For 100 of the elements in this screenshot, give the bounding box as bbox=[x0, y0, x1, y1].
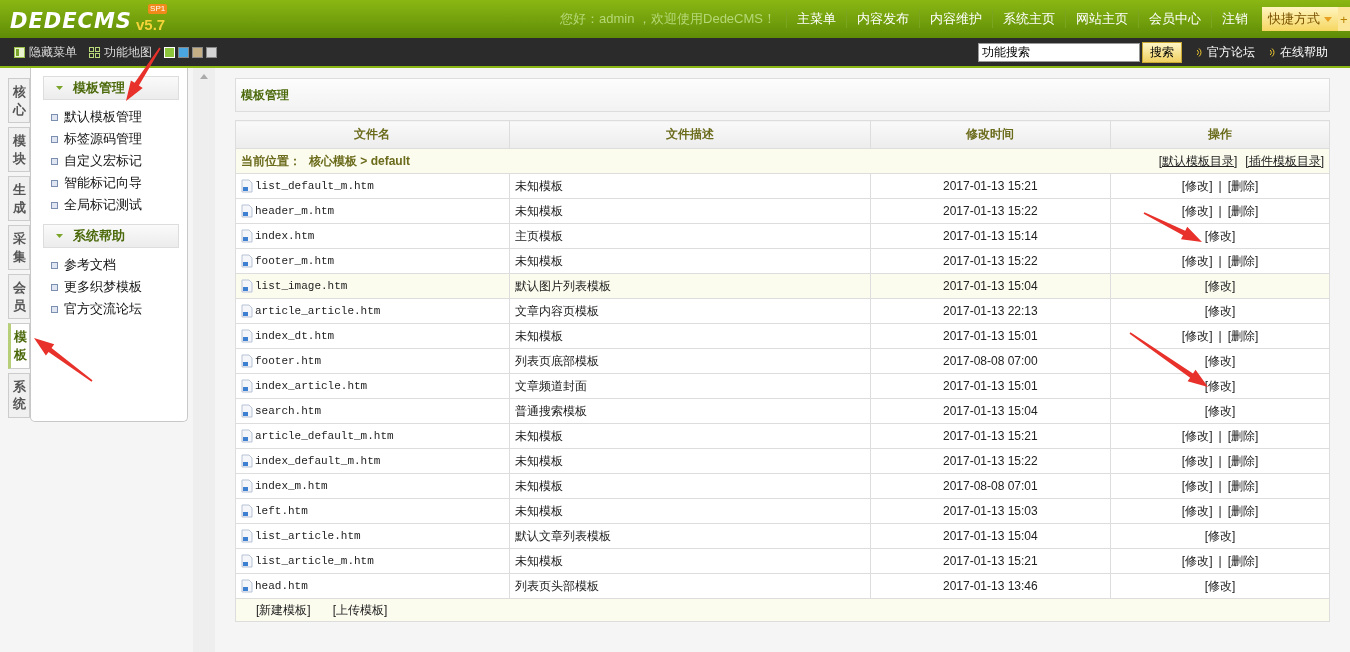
bullet-icon bbox=[51, 113, 58, 121]
description-cell: 未知模板 bbox=[509, 473, 870, 499]
bullet-icon bbox=[51, 157, 58, 165]
action-link[interactable]: [修改] bbox=[1204, 353, 1236, 368]
action-link[interactable]: [修改] bbox=[1204, 528, 1236, 543]
sidebar-item[interactable]: 自定义宏标记 bbox=[51, 150, 187, 172]
action-link[interactable]: [删除] bbox=[1227, 328, 1259, 343]
action-link[interactable]: [删除] bbox=[1227, 178, 1259, 193]
side-tab[interactable]: 模块 bbox=[8, 127, 30, 173]
toolbar-link[interactable]: 功能地图 bbox=[89, 43, 152, 61]
action-link[interactable]: [删除] bbox=[1227, 503, 1259, 518]
side-tab[interactable]: 核心 bbox=[8, 78, 30, 124]
action-link[interactable]: [删除] bbox=[1227, 253, 1259, 268]
time-cell: 2017-01-13 15:21 bbox=[870, 423, 1111, 449]
sidebar-item[interactable]: 更多织梦模板 bbox=[51, 276, 187, 298]
action-link[interactable]: [修改] bbox=[1204, 578, 1236, 593]
action-link[interactable]: [修改] bbox=[1181, 453, 1213, 468]
bullet-icon bbox=[51, 305, 58, 313]
sidebar-item[interactable]: 官方交流论坛 bbox=[51, 298, 187, 320]
file-name[interactable]: index_article.htm bbox=[255, 380, 368, 392]
action-link[interactable]: [修改] bbox=[1181, 503, 1213, 518]
action-link[interactable]: [修改] bbox=[1181, 428, 1213, 443]
description-cell: 未知模板 bbox=[509, 198, 870, 224]
side-tab[interactable]: 模板 bbox=[8, 323, 30, 369]
footer-link[interactable]: [上传模板] bbox=[332, 602, 388, 617]
annotation-arrow bbox=[34, 338, 93, 382]
sidebar-item[interactable]: 参考文档 bbox=[51, 254, 187, 276]
action-link[interactable]: [修改] bbox=[1181, 553, 1213, 568]
menu-group-title[interactable]: 系统帮助 bbox=[43, 224, 179, 248]
action-link[interactable]: [删除] bbox=[1227, 203, 1259, 218]
file-name[interactable]: search.htm bbox=[255, 405, 321, 417]
file-name[interactable]: footer.htm bbox=[255, 355, 321, 367]
action-link[interactable]: [修改] bbox=[1204, 278, 1236, 293]
file-name[interactable]: index_m.htm bbox=[255, 480, 328, 492]
action-link[interactable]: [修改] bbox=[1181, 178, 1213, 193]
top-link[interactable]: 在线帮助 bbox=[1269, 43, 1328, 61]
sidebar-item[interactable]: 全局标记测试 bbox=[51, 194, 187, 216]
search-field[interactable]: 功能搜索 bbox=[978, 42, 1140, 62]
action-link[interactable]: [修改] bbox=[1181, 253, 1213, 268]
file-icon bbox=[241, 254, 253, 268]
theme-swatch[interactable] bbox=[192, 46, 203, 58]
file-name[interactable]: list_image.htm bbox=[255, 280, 348, 292]
file-icon bbox=[241, 504, 253, 518]
file-name[interactable]: index_dt.htm bbox=[255, 330, 335, 342]
top-link[interactable]: 官方论坛 bbox=[1196, 43, 1255, 61]
separator-text: | bbox=[1218, 203, 1222, 218]
action-link[interactable]: [修改] bbox=[1181, 478, 1213, 493]
footer-link[interactable]: [新建模板] bbox=[256, 602, 311, 617]
time-cell: 2017-08-08 07:00 bbox=[870, 348, 1111, 374]
file-name[interactable]: header_m.htm bbox=[255, 205, 335, 217]
action-link[interactable]: [修改] bbox=[1204, 403, 1236, 418]
action-link[interactable]: [修改] bbox=[1204, 303, 1236, 318]
file-name[interactable]: head.htm bbox=[255, 580, 308, 592]
file-name[interactable]: index.htm bbox=[255, 230, 315, 242]
sidebar-item[interactable]: 智能标记向导 bbox=[51, 172, 187, 194]
file-icon bbox=[241, 179, 253, 193]
greeting-text: 您好：admin ，欢迎使用DedeCMS！ bbox=[560, 10, 776, 28]
file-icon bbox=[241, 454, 253, 468]
time-cell: 2017-01-13 15:01 bbox=[870, 323, 1111, 349]
separator-text: | bbox=[1218, 428, 1222, 443]
separator-text: | bbox=[1218, 328, 1222, 343]
toolbar-link[interactable]: 隐藏菜单 bbox=[14, 43, 77, 61]
time-cell: 2017-01-13 22:13 bbox=[870, 298, 1111, 324]
quick-menu-button[interactable]: 快捷方式 bbox=[1262, 7, 1338, 31]
sidebar-item[interactable]: 标签源码管理 bbox=[51, 128, 187, 150]
location-label: 当前位置： bbox=[241, 152, 301, 170]
theme-swatch[interactable] bbox=[178, 46, 189, 58]
action-link[interactable]: [删除] bbox=[1227, 428, 1259, 443]
side-tab[interactable]: 生成 bbox=[8, 176, 30, 222]
sidebar-item[interactable]: 默认模板管理 bbox=[51, 106, 187, 128]
version-label: v5.7 bbox=[136, 16, 166, 33]
action-link[interactable]: [删除] bbox=[1227, 553, 1259, 568]
file-name[interactable]: left.htm bbox=[255, 505, 308, 517]
menu-group-title[interactable]: 模板管理 bbox=[43, 76, 179, 100]
action-link[interactable]: [修改] bbox=[1181, 328, 1213, 343]
action-link[interactable]: [删除] bbox=[1227, 453, 1259, 468]
side-tab[interactable]: 系统 bbox=[8, 372, 30, 418]
file-name[interactable]: list_article.htm bbox=[255, 530, 361, 542]
action-link[interactable]: [修改] bbox=[1204, 378, 1236, 393]
file-name[interactable]: footer_m.htm bbox=[255, 255, 335, 267]
directory-link[interactable]: [插件模板目录] bbox=[1245, 152, 1324, 170]
file-icon bbox=[241, 404, 253, 418]
time-cell: 2017-01-13 15:22 bbox=[870, 448, 1111, 474]
description-cell: 未知模板 bbox=[509, 173, 870, 199]
search-button[interactable]: 搜索 bbox=[1142, 41, 1182, 63]
action-link[interactable]: [删除] bbox=[1227, 478, 1259, 493]
action-link[interactable]: [修改] bbox=[1181, 203, 1213, 218]
time-cell: 2017-01-13 15:22 bbox=[870, 198, 1111, 224]
description-cell: 文章频道封面 bbox=[509, 373, 870, 399]
description-cell: 未知模板 bbox=[509, 548, 870, 574]
description-cell: 主页模板 bbox=[509, 223, 870, 249]
file-icon bbox=[241, 204, 253, 218]
column-header: 操作 bbox=[1110, 120, 1330, 149]
side-tab[interactable]: 采集 bbox=[8, 225, 30, 271]
caret-icon bbox=[56, 86, 63, 90]
side-tab[interactable]: 会员 bbox=[8, 274, 30, 320]
theme-swatch[interactable] bbox=[206, 46, 217, 58]
time-cell: 2017-08-08 07:01 bbox=[870, 473, 1111, 499]
directory-link[interactable]: [默认模板目录] bbox=[1158, 152, 1238, 170]
action-link[interactable]: [修改] bbox=[1204, 228, 1236, 243]
